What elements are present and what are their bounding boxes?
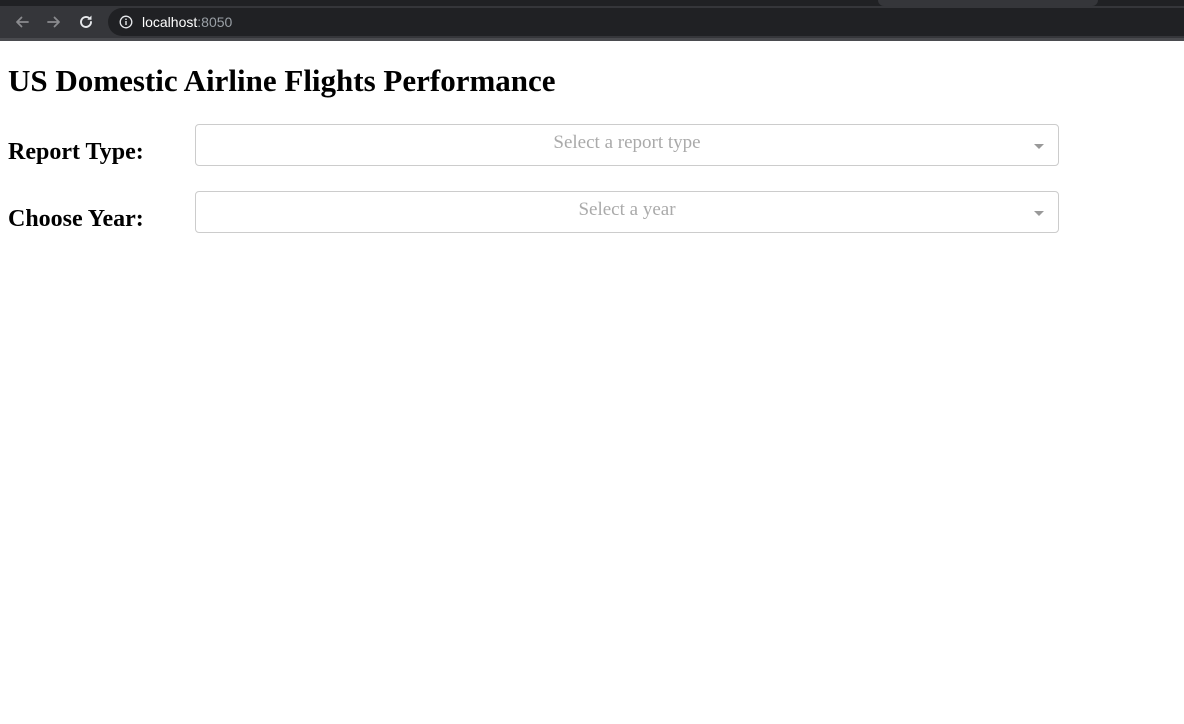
address-bar[interactable]: localhost:8050 [108, 8, 1184, 36]
reload-button[interactable] [75, 11, 97, 33]
chevron-down-icon[interactable] [1034, 144, 1044, 149]
reload-icon [80, 15, 92, 28]
arrow-left-icon [16, 16, 29, 28]
report-type-label: Report Type: [8, 139, 144, 165]
report-type-placeholder: Select a report type [553, 132, 701, 153]
info-icon[interactable] [119, 15, 133, 29]
page-content: US Domestic Airline Flights Performance … [0, 41, 1184, 724]
active-tab[interactable] [878, 0, 1098, 6]
page-title: US Domestic Airline Flights Performance [8, 63, 556, 98]
tab-strip [0, 0, 1184, 6]
year-dropdown[interactable]: Select a year [195, 191, 1059, 233]
forward-button[interactable] [43, 11, 65, 33]
browser-toolbar: localhost:8050 [0, 0, 1184, 41]
back-button[interactable] [11, 11, 33, 33]
year-placeholder: Select a year [578, 199, 676, 220]
chevron-down-icon[interactable] [1034, 211, 1044, 216]
arrow-right-icon [47, 16, 60, 28]
url-port: :8050 [197, 14, 233, 30]
report-type-dropdown[interactable]: Select a report type [195, 124, 1059, 166]
year-label: Choose Year: [8, 206, 144, 232]
url-host: localhost [142, 14, 198, 30]
